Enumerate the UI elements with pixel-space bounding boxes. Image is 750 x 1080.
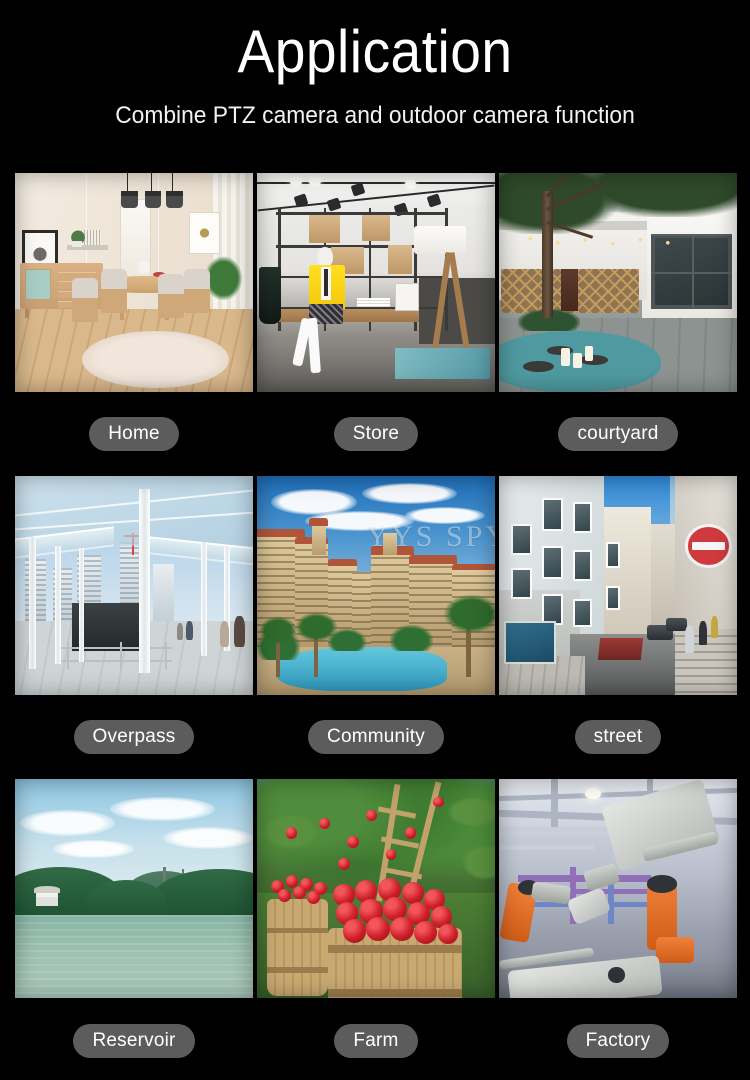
scene-farm [257, 779, 495, 998]
scene-dining-room [15, 173, 253, 392]
grid-item-factory[interactable]: Factory [499, 779, 737, 1080]
label-home[interactable]: Home [89, 417, 179, 451]
caption-row-factory: Factory [499, 998, 737, 1080]
page-header: Application Combine PTZ camera and outdo… [0, 0, 750, 130]
application-page: Application Combine PTZ camera and outdo… [0, 0, 750, 1080]
scene-overpass [15, 476, 253, 695]
scene-courtyard [499, 173, 737, 392]
grid-item-community[interactable]: YYS SPY Community [257, 476, 495, 779]
page-title: Application [237, 18, 513, 85]
label-factory[interactable]: Factory [566, 1023, 670, 1058]
thumbnail-street[interactable] [499, 476, 737, 695]
thumbnail-community[interactable]: YYS SPY [257, 476, 495, 695]
grid-item-reservoir[interactable]: Reservoir [15, 779, 253, 1080]
caption-row-overpass: Overpass [15, 695, 253, 779]
scene-reservoir [15, 779, 253, 998]
label-overpass[interactable]: Overpass [73, 720, 195, 754]
scene-factory [499, 779, 737, 998]
thumbnail-overpass[interactable] [15, 476, 253, 695]
application-grid: Home Store courtyard Overpass YYS SP Com… [15, 173, 737, 1080]
caption-row-home: Home [15, 392, 253, 476]
grid-item-store[interactable]: Store [257, 173, 495, 476]
thumbnail-farm[interactable] [257, 779, 495, 998]
grid-item-overpass[interactable]: Overpass [15, 476, 253, 779]
label-community[interactable]: Community [308, 720, 444, 754]
grid-item-farm[interactable]: Farm [257, 779, 495, 1080]
grid-item-home[interactable]: Home [15, 173, 253, 476]
scene-retail-store [257, 173, 495, 392]
caption-row-courtyard: courtyard [499, 392, 737, 476]
label-reservoir[interactable]: Reservoir [73, 1023, 195, 1058]
label-store[interactable]: Store [333, 417, 419, 451]
caption-row-street: street [499, 695, 737, 779]
caption-row-farm: Farm [257, 998, 495, 1080]
thumbnail-reservoir[interactable] [15, 779, 253, 998]
grid-item-street[interactable]: street [499, 476, 737, 779]
caption-row-reservoir: Reservoir [15, 998, 253, 1080]
label-street[interactable]: street [574, 720, 662, 754]
caption-row-store: Store [257, 392, 495, 476]
scene-community: YYS SPY [257, 476, 495, 695]
caption-row-community: Community [257, 695, 495, 779]
watermark-text: YYS SPY [366, 519, 495, 553]
grid-item-courtyard[interactable]: courtyard [499, 173, 737, 476]
label-courtyard[interactable]: courtyard [558, 417, 678, 451]
label-farm[interactable]: Farm [334, 1023, 418, 1058]
page-subtitle: Combine PTZ camera and outdoor camera fu… [115, 102, 635, 129]
thumbnail-factory[interactable] [499, 779, 737, 998]
thumbnail-courtyard[interactable] [499, 173, 737, 392]
thumbnail-store[interactable] [257, 173, 495, 392]
thumbnail-home[interactable] [15, 173, 253, 392]
scene-street [499, 476, 737, 695]
